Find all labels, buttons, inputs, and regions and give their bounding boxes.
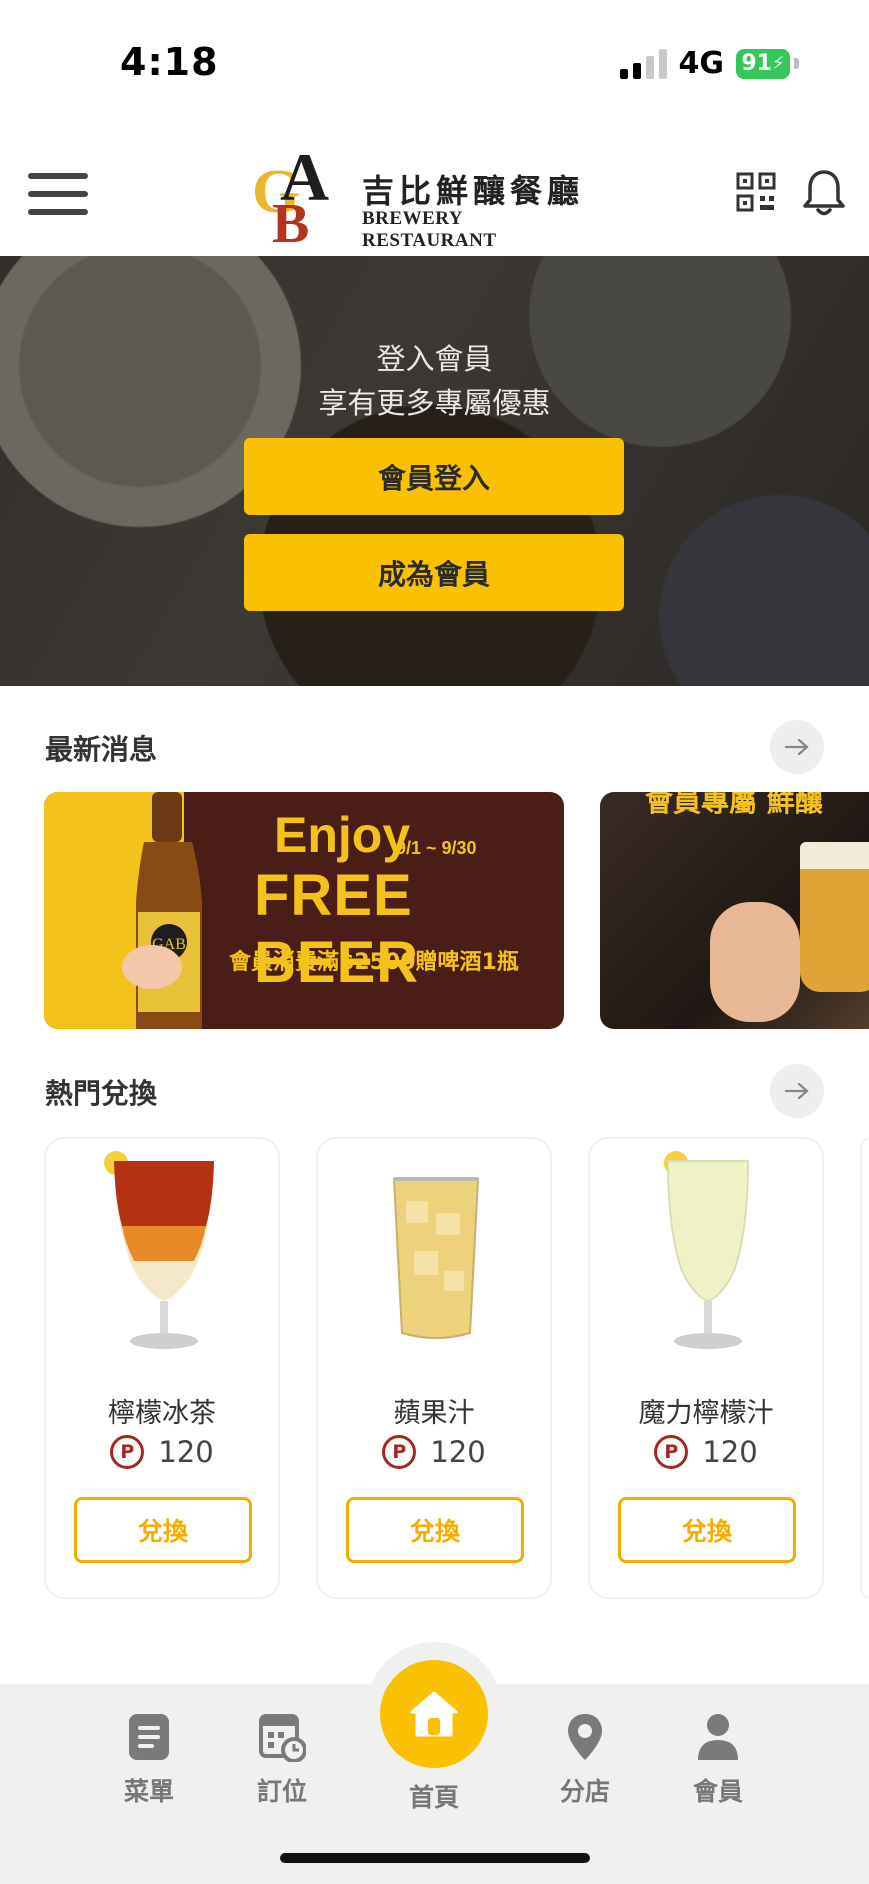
home-icon (410, 1691, 458, 1737)
redeem-button[interactable]: 兌換 (74, 1497, 252, 1563)
member-login-button[interactable]: 會員登入 (244, 438, 624, 515)
points-value: 120 (158, 1435, 214, 1469)
app-header: G A B 吉比鮮釀餐廳 BREWERY RESTAURANT (0, 130, 869, 256)
redeem-button[interactable]: 兌換 (346, 1497, 524, 1563)
news-banner-member-beer[interactable]: 會員專屬 鮮釀 (600, 792, 869, 1029)
battery-level: 91 (741, 51, 772, 76)
news-section-title: 最新消息 (45, 733, 158, 766)
status-time: 4:18 (120, 40, 219, 84)
reward-card: 蘋果汁 P 120 兌換 (316, 1137, 552, 1599)
tab-menu[interactable]: 菜單 (89, 1712, 209, 1808)
reward-points: P 120 (46, 1435, 278, 1469)
tab-home[interactable] (380, 1660, 488, 1768)
menu-document-icon (129, 1714, 169, 1760)
reward-card-partial (860, 1137, 869, 1599)
tab-booking-label: 訂位 (256, 1777, 307, 1806)
status-indicators: 4G 91 ⚡ (619, 46, 799, 81)
calendar-clock-icon (259, 1714, 306, 1762)
hero-subtitle: 享有更多專屬優惠 (318, 386, 551, 420)
location-pin-icon (568, 1714, 602, 1760)
battery-icon: 91 ⚡ (736, 48, 790, 79)
gab-logo-icon: G A B (252, 144, 329, 244)
home-indicator-bar (280, 1853, 590, 1863)
banner2-title: 會員專屬 鮮釀 (645, 792, 823, 818)
points-icon: P (654, 1435, 689, 1469)
points-value: 120 (430, 1435, 486, 1469)
svg-text:B: B (272, 193, 309, 244)
news-banner-free-beer[interactable]: GAB Enjoy 9/1 ~ 9/30 FREE BEER 會員消費滿$250… (44, 792, 564, 1029)
reward-card: 檸檬冰茶 P 120 兌換 (44, 1137, 280, 1599)
user-profile-icon (698, 1714, 738, 1760)
reward-points: P 120 (590, 1435, 822, 1469)
tab-member[interactable]: 會員 (658, 1712, 778, 1808)
beer-bottle-image: GAB (122, 792, 202, 1029)
points-icon: P (382, 1435, 417, 1469)
banner-enjoy-text: Enjoy (274, 807, 411, 863)
status-bar: 4:18 4G 91 ⚡ (0, 0, 869, 120)
hand-image (710, 902, 800, 1022)
qr-code-icon[interactable] (736, 172, 776, 212)
magic-lemonade-image (664, 1151, 750, 1349)
tab-stores-label: 分店 (559, 1777, 610, 1806)
member-hero-banner: 登入會員 享有更多專屬優惠 會員登入 成為會員 (0, 256, 869, 686)
reward-name: 檸檬冰茶 (108, 1398, 216, 1429)
reward-name: 魔力檸檬汁 (638, 1398, 774, 1429)
points-icon: P (110, 1435, 145, 1469)
reward-points: P 120 (318, 1435, 550, 1469)
banner-date-range: 9/1 ~ 9/30 (396, 838, 477, 858)
hamburger-menu-icon[interactable] (28, 173, 88, 215)
tab-menu-label: 菜單 (123, 1777, 174, 1806)
battery-cap (794, 58, 799, 69)
network-type: 4G (678, 46, 725, 81)
banner-promo-text: 會員消費滿$2500贈啤酒1瓶 (229, 950, 519, 975)
reward-name: 蘋果汁 (393, 1398, 475, 1429)
notification-bell-icon[interactable] (802, 168, 846, 218)
reward-card: 魔力檸檬汁 P 120 兌換 (588, 1137, 824, 1599)
tab-booking[interactable]: 訂位 (222, 1712, 342, 1808)
news-more-arrow-icon[interactable] (770, 720, 824, 774)
apple-juice-image (392, 1177, 480, 1339)
become-member-button[interactable]: 成為會員 (244, 534, 624, 611)
beer-glass-image (800, 842, 869, 992)
rewards-more-arrow-icon[interactable] (770, 1064, 824, 1118)
points-value: 120 (702, 1435, 758, 1469)
hero-title: 登入會員 (376, 342, 493, 376)
logo-english-name: BREWERY RESTAURANT (362, 208, 497, 251)
rewards-section-title: 熱門兌換 (45, 1077, 158, 1110)
tab-member-label: 會員 (692, 1777, 743, 1806)
brand-logo: G A B 吉比鮮釀餐廳 BREWERY RESTAURANT (250, 144, 590, 251)
tab-stores[interactable]: 分店 (525, 1712, 645, 1808)
logo-chinese-name: 吉比鮮釀餐廳 (362, 172, 585, 210)
lemon-iced-tea-image (104, 1151, 214, 1349)
signal-icon (619, 48, 667, 79)
redeem-button[interactable]: 兌換 (618, 1497, 796, 1563)
tab-home-label: 首頁 (408, 1783, 459, 1812)
